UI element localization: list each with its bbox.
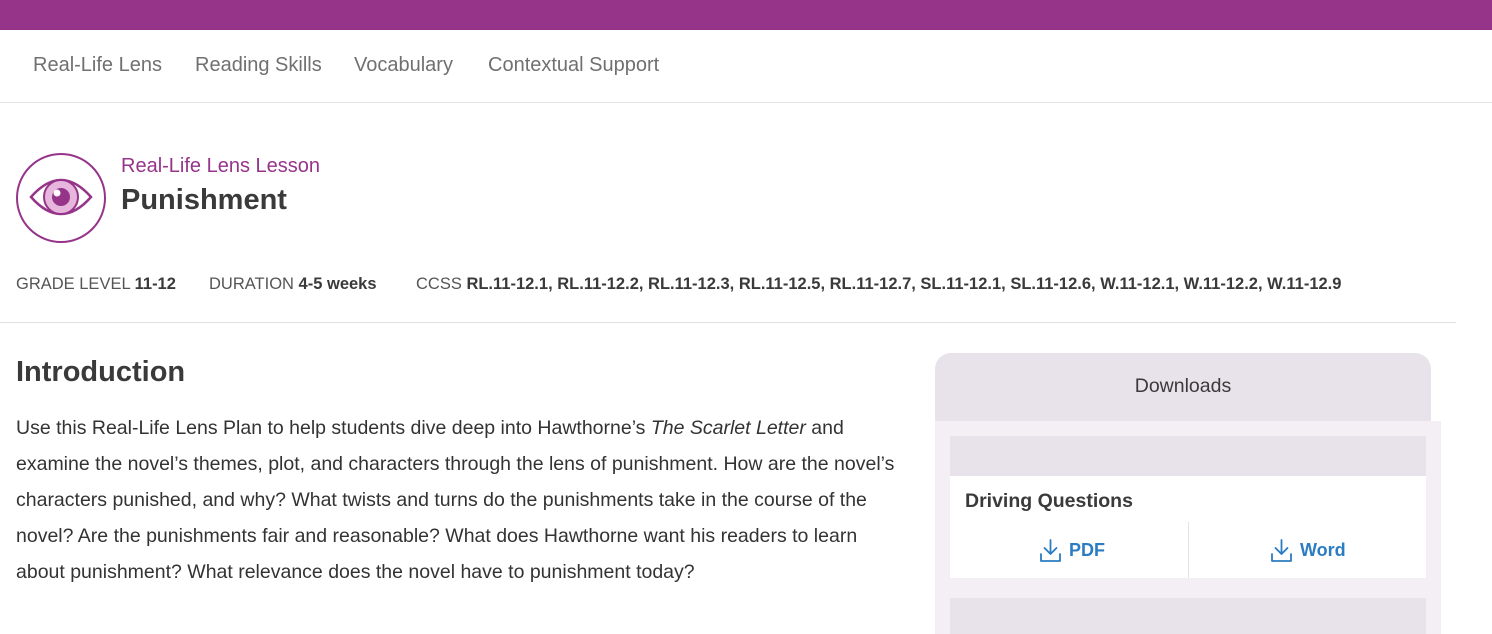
download-word-link[interactable]: Word (1270, 536, 1346, 564)
intro-text-after: and examine the novel’s themes, plot, an… (16, 417, 895, 583)
download-card: Driving Questions PDF Word (950, 436, 1426, 578)
introduction-heading: Introduction (16, 356, 186, 388)
download-card-band (950, 436, 1426, 476)
page-title: Punishment (121, 184, 287, 216)
ccss-meta: CCSS RL.11-12.1, RL.11-12.2, RL.11-12.3,… (416, 275, 1341, 294)
download-card-next (950, 598, 1426, 634)
download-card-title: Driving Questions (965, 490, 1133, 512)
download-pdf-label: PDF (1069, 539, 1105, 560)
subnav-item-real-life-lens[interactable]: Real-Life Lens (33, 54, 162, 77)
subnav-item-vocabulary[interactable]: Vocabulary (354, 54, 453, 77)
ccss-value: RL.11-12.1, RL.11-12.2, RL.11-12.3, RL.1… (466, 275, 1342, 293)
download-icon (1271, 538, 1292, 562)
downloads-title: Downloads (1134, 375, 1232, 397)
grade-level-label: GRADE LEVEL (16, 275, 131, 293)
eye-icon (16, 153, 106, 243)
introduction-text: Use this Real-Life Lens Plan to help stu… (16, 410, 896, 590)
grade-level-meta: GRADE LEVEL 11-12 (16, 275, 176, 294)
downloads-body: Driving Questions PDF Word (935, 421, 1441, 634)
downloads-header: Downloads (935, 353, 1431, 421)
download-divider (1188, 522, 1189, 578)
lesson-type-label: Real-Life Lens Lesson (121, 155, 321, 177)
subnav-item-contextual-support[interactable]: Contextual Support (488, 54, 659, 77)
book-title: The Scarlet Letter (650, 417, 806, 439)
grade-level-value: 11-12 (134, 275, 176, 293)
subnav-item-reading-skills[interactable]: Reading Skills (195, 54, 322, 77)
duration-label: DURATION (209, 275, 294, 293)
top-brand-bar (0, 0, 1492, 30)
ccss-label: CCSS (416, 275, 462, 293)
meta-divider (0, 322, 1456, 323)
download-word-label: Word (1300, 539, 1346, 560)
intro-text-before: Use this Real-Life Lens Plan to help stu… (16, 417, 651, 439)
downloads-panel: Downloads Driving Questions PDF Word (935, 353, 1441, 634)
duration-meta: DURATION 4-5 weeks (209, 275, 377, 294)
duration-value: 4-5 weeks (298, 275, 377, 293)
lesson-subnav: Real-Life Lens Reading Skills Vocabulary… (0, 30, 1492, 103)
download-icon (1040, 538, 1061, 562)
download-pdf-link[interactable]: PDF (1039, 536, 1105, 564)
